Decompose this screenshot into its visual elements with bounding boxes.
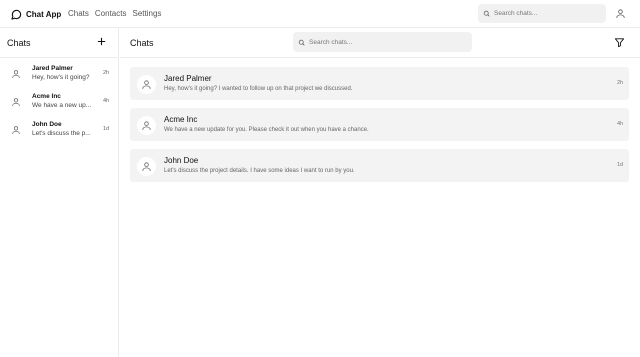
filter-icon[interactable] (614, 37, 625, 48)
nav-settings[interactable]: Settings (132, 9, 161, 18)
conversation-name: Acme Inc (164, 115, 198, 124)
chat-time: 2h (103, 70, 110, 76)
page-title: Chats (130, 38, 154, 48)
chat-name: Acme Inc (32, 93, 61, 100)
chat-preview: Let's discuss the p... (32, 130, 91, 137)
sidebar-title: Chats (7, 38, 31, 48)
conversation-time: 1d (617, 162, 624, 168)
main-search (293, 32, 472, 52)
avatar (137, 75, 156, 94)
conversation-preview: Let's discuss the project details. I hav… (164, 168, 355, 174)
chat-preview: We have a new up... (32, 102, 92, 109)
chat-bubble-icon (11, 9, 22, 20)
conversation-card[interactable]: John Doe Let's discuss the project detai… (130, 149, 629, 182)
user-icon (12, 98, 20, 107)
user-icon (12, 126, 20, 135)
search-icon (483, 10, 490, 17)
user-icon (142, 80, 151, 90)
conversation-time: 2h (617, 80, 624, 86)
conversation-preview: Hey, how's it going? I wanted to follow … (164, 86, 353, 92)
chat-time: 1d (103, 126, 110, 132)
user-icon (142, 121, 151, 131)
divider (0, 57, 119, 58)
app-name: Chat App (26, 9, 62, 19)
sidebar-chat-item[interactable]: Jared Palmer Hey, how's it going? 2h (0, 61, 119, 89)
user-icon (12, 70, 20, 79)
conversation-card[interactable]: Jared Palmer Hey, how's it going? I want… (130, 67, 629, 100)
conversation-list: Jared Palmer Hey, how's it going? I want… (130, 67, 629, 190)
avatar (137, 116, 156, 135)
divider (120, 57, 640, 58)
sidebar-chat-list: Jared Palmer Hey, how's it going? 2h Acm… (0, 61, 119, 145)
search-icon (298, 39, 305, 45)
header-search-input[interactable] (494, 10, 594, 17)
header-search (478, 4, 606, 23)
top-bar: Chat App Chats Contacts Settings (0, 0, 640, 28)
main-panel: Chats Jared Palmer Hey, how's it going? … (120, 28, 640, 357)
nav-contacts[interactable]: Contacts (95, 9, 127, 18)
conversation-name: John Doe (164, 156, 199, 165)
nav-chats[interactable]: Chats (68, 9, 89, 18)
sidebar-chat-item[interactable]: Acme Inc We have a new up... 4h (0, 89, 119, 117)
chat-time: 4h (103, 98, 110, 104)
user-icon[interactable] (615, 8, 626, 19)
conversation-card[interactable]: Acme Inc We have a new update for you. P… (130, 108, 629, 141)
chat-preview: Hey, how's it going? (32, 74, 90, 81)
conversation-name: Jared Palmer (164, 74, 212, 83)
main-search-input[interactable] (309, 38, 409, 46)
chat-name: John Doe (32, 121, 62, 128)
avatar (137, 157, 156, 176)
chat-name: Jared Palmer (32, 65, 73, 72)
sidebar: Chats Jared Palmer Hey, how's it going? … (0, 28, 119, 357)
brand[interactable]: Chat App (11, 8, 61, 20)
conversation-preview: We have a new update for you. Please che… (164, 127, 369, 133)
plus-icon[interactable] (96, 36, 107, 47)
top-nav: Chats Contacts Settings (68, 9, 161, 18)
sidebar-chat-item[interactable]: John Doe Let's discuss the p... 1d (0, 117, 119, 145)
user-icon (142, 162, 151, 172)
conversation-time: 4h (617, 121, 624, 127)
